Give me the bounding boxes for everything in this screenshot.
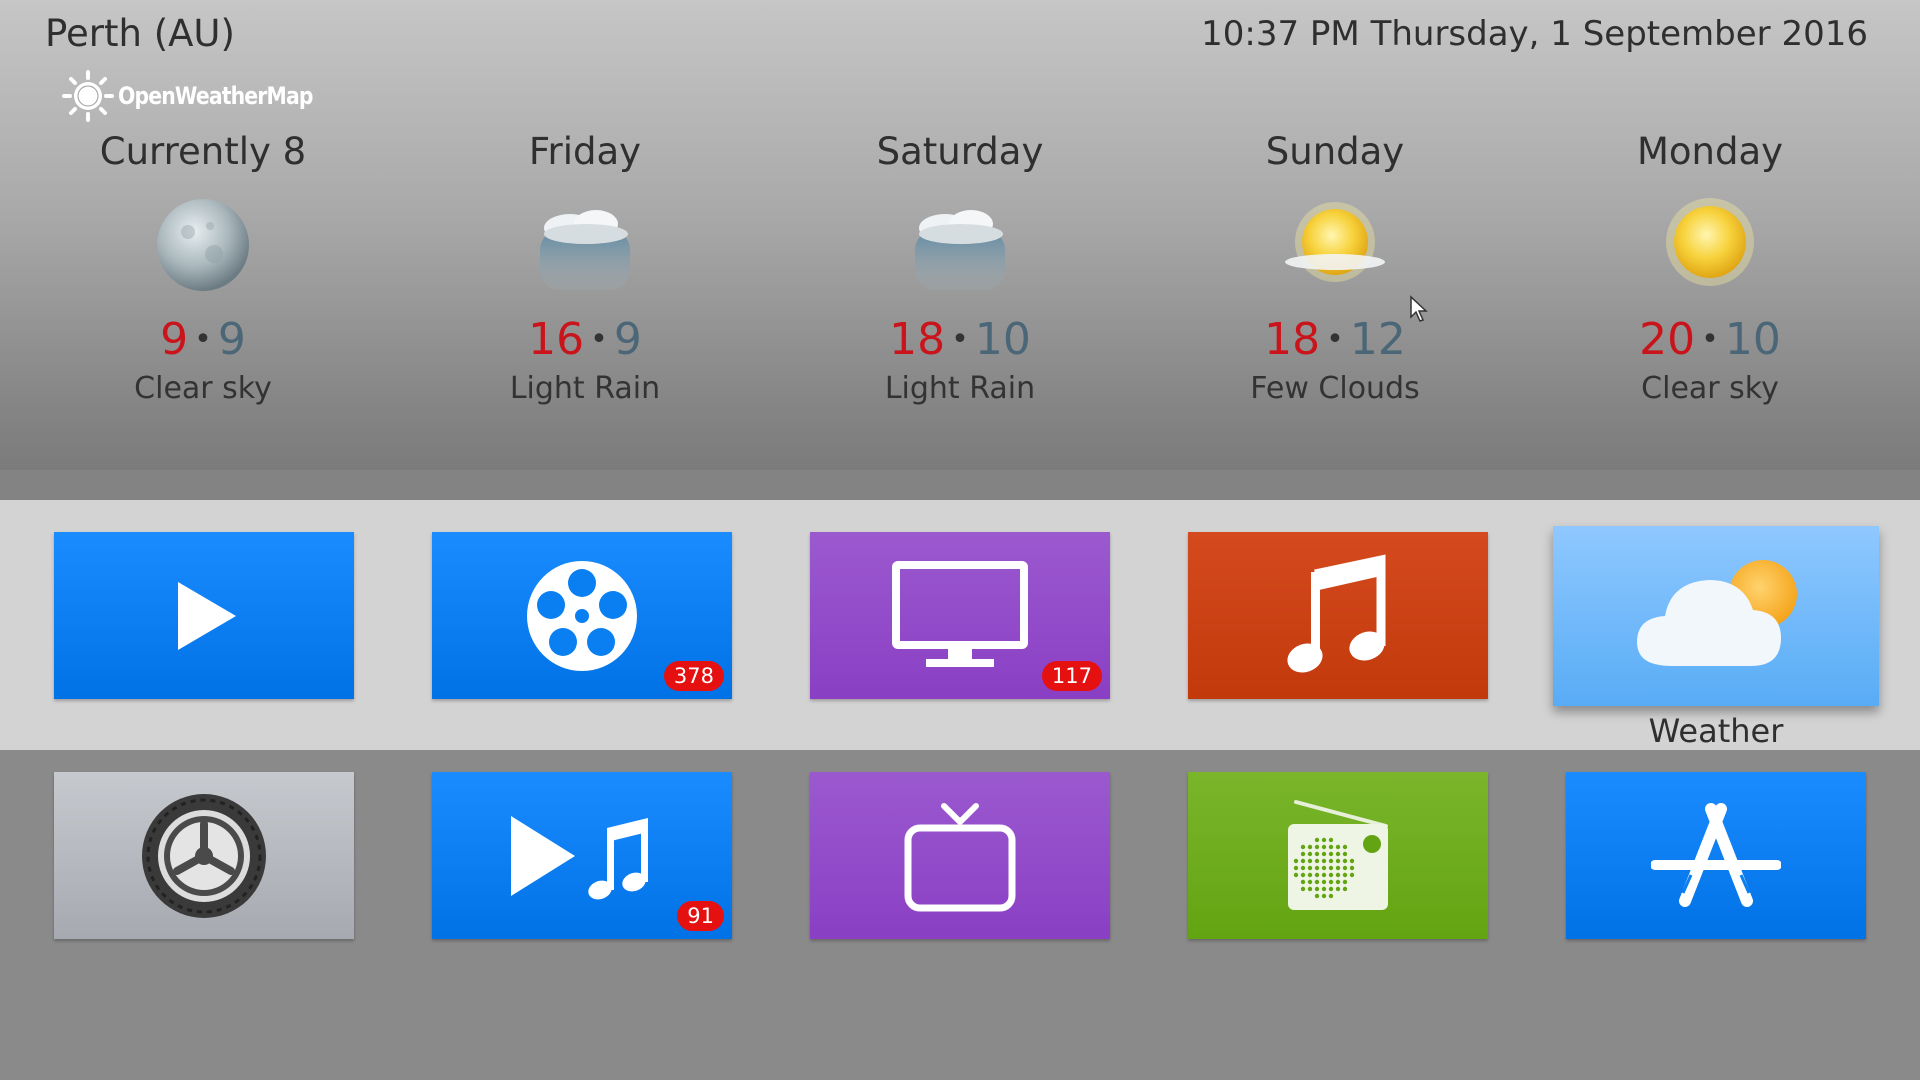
provider-logo: OpenWeatherMap — [62, 70, 347, 122]
forecast-condition: Few Clouds — [1250, 371, 1420, 406]
temp-low: 9 — [613, 314, 642, 365]
temp-high: 18 — [889, 314, 946, 365]
radio-icon — [1288, 799, 1388, 910]
temp-low: 9 — [217, 314, 246, 365]
radio-tile[interactable] — [1188, 772, 1488, 939]
rain-cloud-icon — [905, 190, 1015, 300]
forecast-day: Friday — [528, 130, 642, 173]
play-music-icon — [511, 815, 648, 899]
add-ons-tile[interactable] — [1566, 772, 1866, 939]
weather-tile-label: Weather — [1648, 712, 1784, 750]
forecast-sunday: Sunday 18 • 12 Few Clouds — [1185, 130, 1485, 406]
music-videos-tile[interactable]: 91 — [432, 772, 732, 939]
tv-shows-tile[interactable]: 117 — [810, 532, 1110, 699]
forecast-friday: Friday 16 • 9 Light Rain — [435, 130, 735, 406]
forecast-current: Currently 8 9 • 9 Clear sky — [53, 130, 353, 406]
settings-tile[interactable] — [54, 772, 354, 939]
forecast-condition: Light Rain — [884, 371, 1036, 406]
film-reel-icon — [527, 560, 637, 671]
forecast-day: Sunday — [1265, 130, 1405, 173]
tv-shows-count-badge: 117 — [1041, 661, 1102, 691]
datetime-label: 10:37 PM Thursday, 1 September 2016 — [1201, 14, 1868, 54]
forecast-day: Currently 8 — [99, 130, 307, 173]
forecast-temps: 18 • 10 — [810, 314, 1110, 365]
forecast-monday: Monday 20 • 10 Clear sky — [1560, 130, 1860, 406]
monitor-icon — [892, 560, 1028, 667]
rain-cloud-icon — [530, 190, 640, 300]
music-tile[interactable] — [1188, 532, 1488, 699]
music-videos-count-badge: 91 — [677, 901, 724, 931]
temp-low: 10 — [974, 314, 1031, 365]
forecast-temps: 9 • 9 — [53, 314, 353, 365]
movies-count-badge: 378 — [663, 661, 724, 691]
forecast-day: Monday — [1636, 130, 1784, 173]
live-tv-tile[interactable] — [810, 772, 1110, 939]
temp-low: 12 — [1349, 314, 1406, 365]
forecast-temps: 20 • 10 — [1560, 314, 1860, 365]
temp-high: 18 — [1264, 314, 1321, 365]
header-divider — [0, 470, 1920, 500]
forecast-condition: Clear sky — [1641, 371, 1779, 406]
weather-tile[interactable] — [1553, 526, 1879, 706]
music-note-icon — [1287, 553, 1386, 673]
temp-separator: • — [1326, 322, 1344, 357]
weather-cloud-sun-icon — [1637, 560, 1797, 666]
mouse-cursor-icon — [1410, 295, 1428, 322]
openweathermap-logo-icon — [62, 70, 114, 122]
temp-separator: • — [951, 322, 969, 357]
temp-low: 10 — [1724, 314, 1781, 365]
temp-separator: • — [1701, 322, 1719, 357]
forecast-temps: 16 • 9 — [435, 314, 735, 365]
gear-icon — [142, 793, 266, 918]
sun-cloud-icon — [1280, 190, 1390, 300]
temp-high: 16 — [528, 314, 585, 365]
forecast-temps: 18 • 12 — [1185, 314, 1485, 365]
moon-icon — [148, 190, 258, 300]
provider-name: OpenWeatherMap — [118, 82, 313, 110]
tv-icon — [904, 802, 1016, 911]
location-label: Perth (AU) — [45, 12, 235, 55]
temp-high: 9 — [160, 314, 189, 365]
forecast-saturday: Saturday 18 • 10 Light Rain — [810, 130, 1110, 406]
temp-separator: • — [590, 322, 608, 357]
temp-separator: • — [194, 322, 212, 357]
sun-icon — [1655, 190, 1765, 300]
videos-tile[interactable] — [54, 532, 354, 699]
forecast-day: Saturday — [876, 130, 1044, 173]
movies-tile[interactable]: 378 — [432, 532, 732, 699]
forecast-condition: Clear sky — [134, 371, 272, 406]
app-store-icon — [1651, 802, 1781, 907]
play-icon — [178, 581, 236, 650]
temp-high: 20 — [1639, 314, 1696, 365]
forecast-condition: Light Rain — [509, 371, 661, 406]
